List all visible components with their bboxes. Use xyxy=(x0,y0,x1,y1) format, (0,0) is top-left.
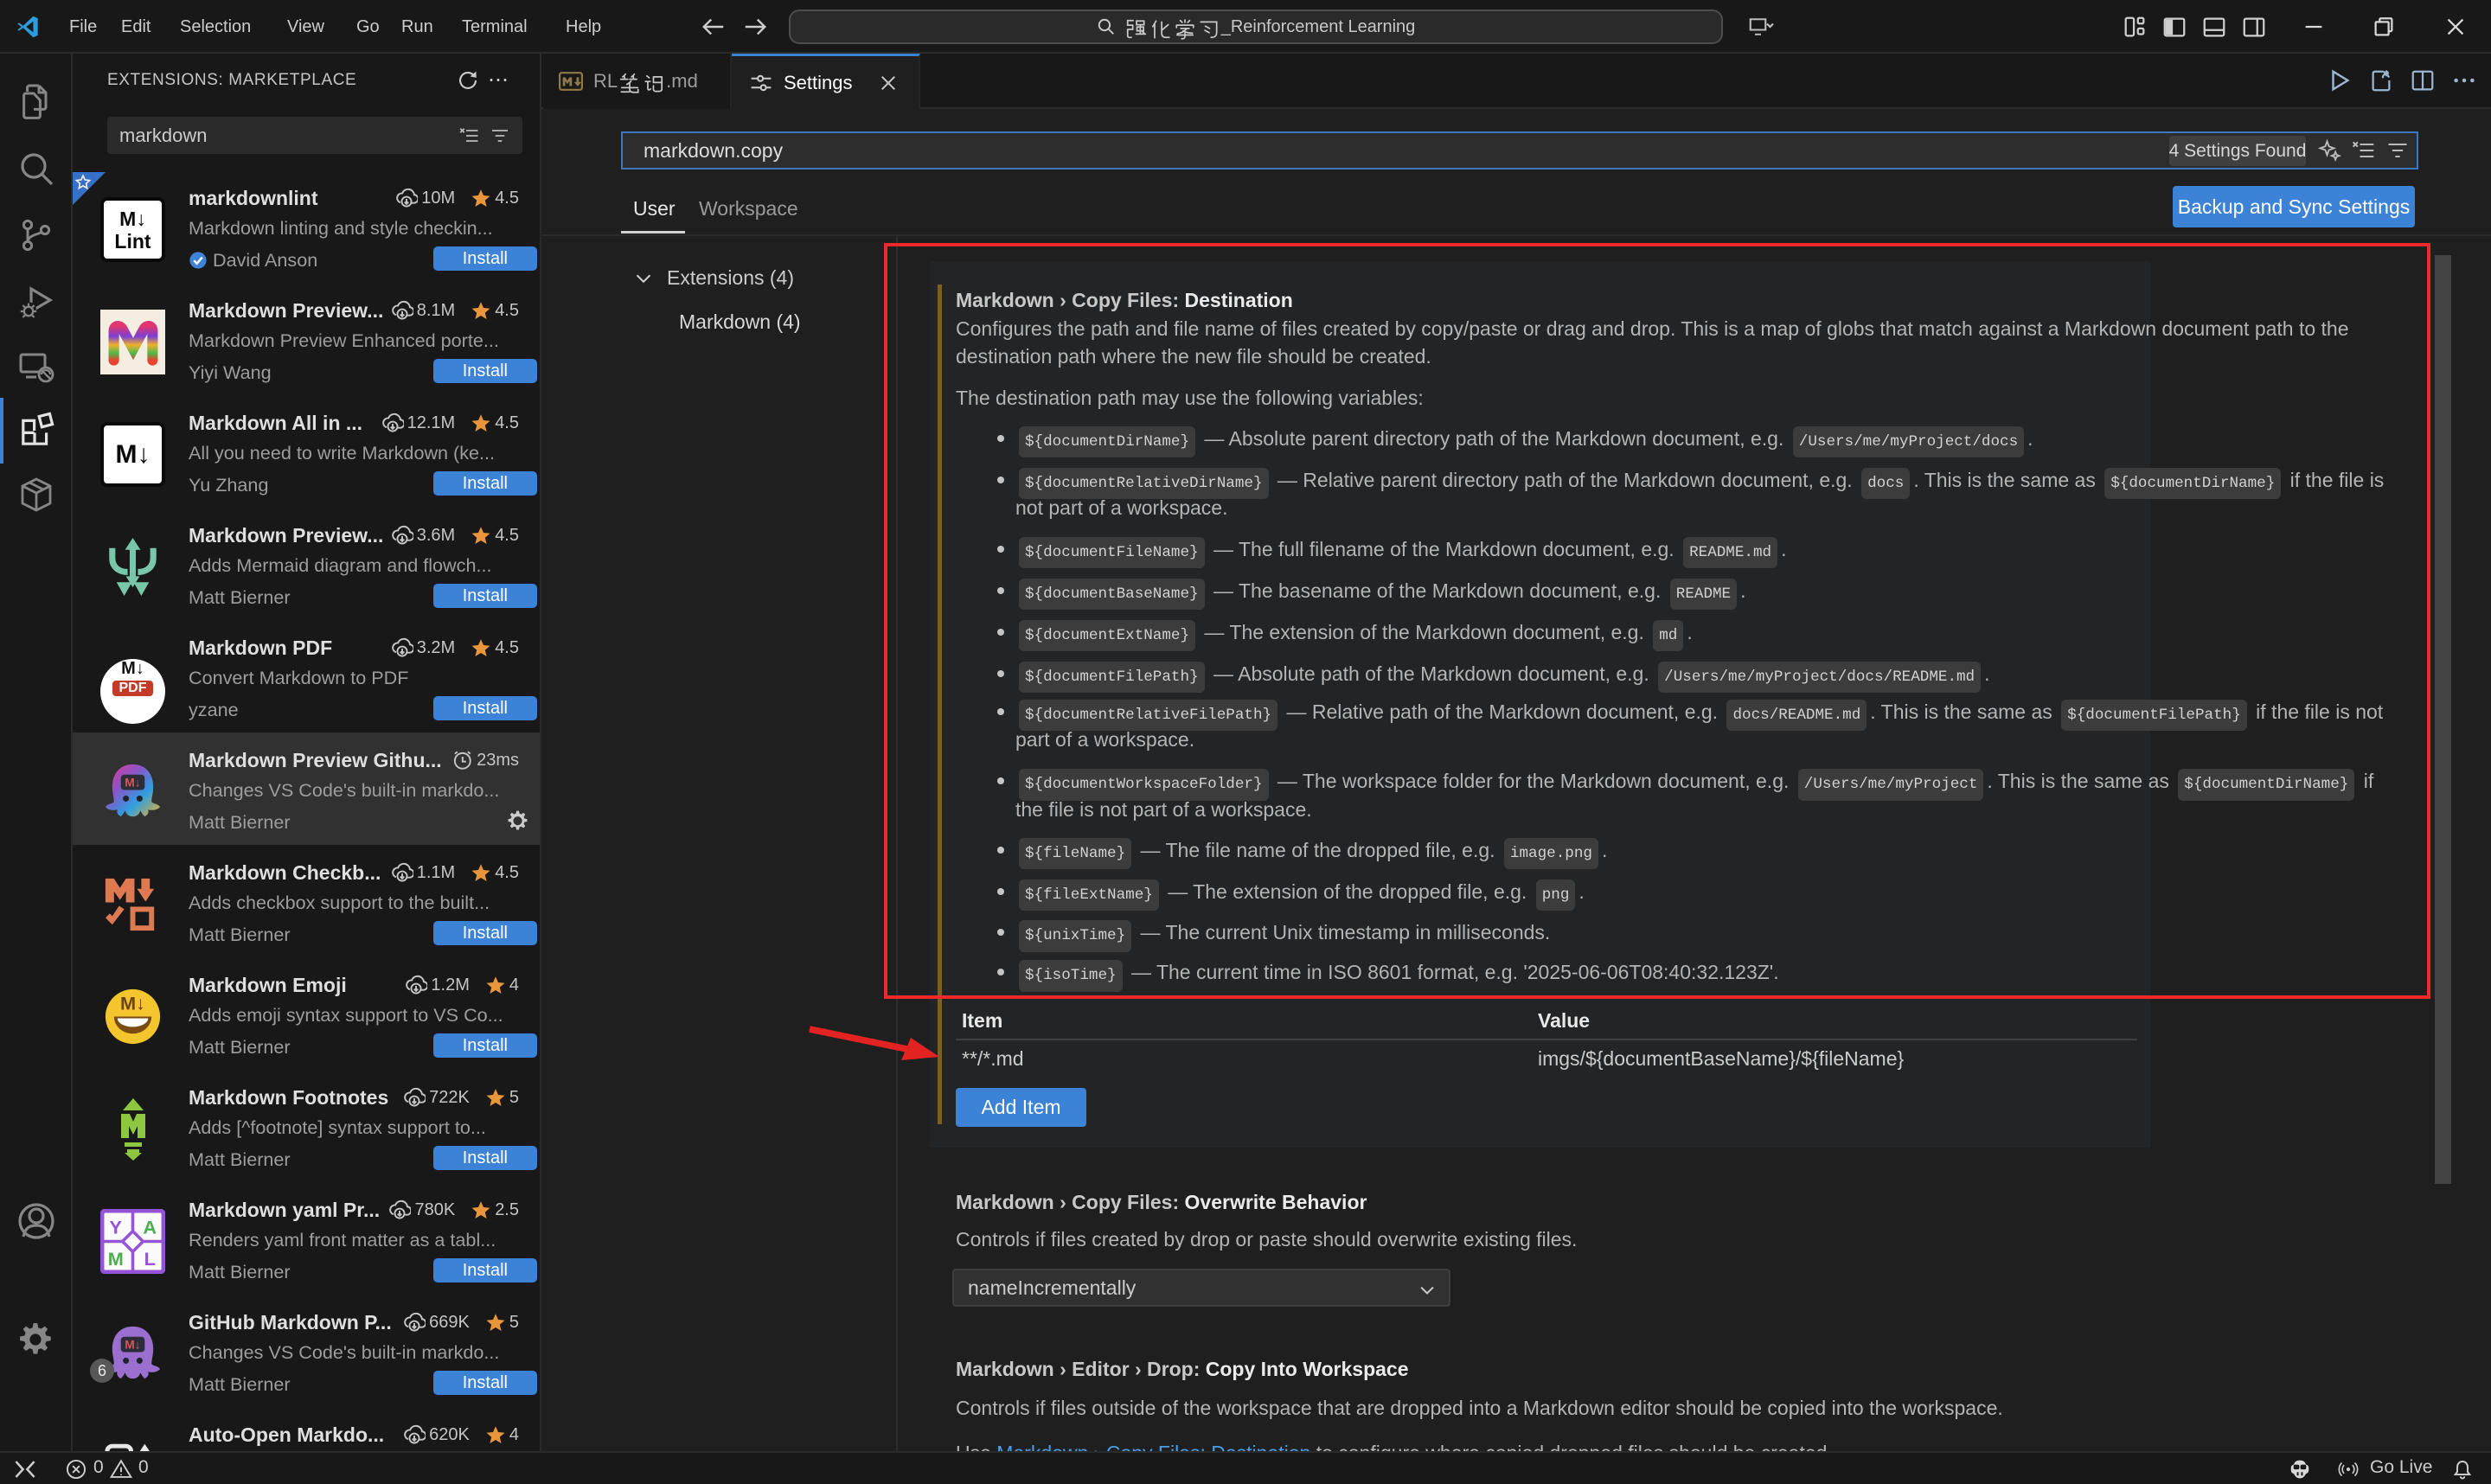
svg-text:M↓: M↓ xyxy=(120,993,145,1014)
svg-text:M↓: M↓ xyxy=(125,1338,140,1352)
svg-text:M↓: M↓ xyxy=(125,776,140,790)
svg-text:M: M xyxy=(108,1248,124,1270)
svg-text:L: L xyxy=(144,1248,156,1270)
svg-text:A: A xyxy=(143,1217,157,1238)
svg-text:Y: Y xyxy=(110,1217,123,1238)
